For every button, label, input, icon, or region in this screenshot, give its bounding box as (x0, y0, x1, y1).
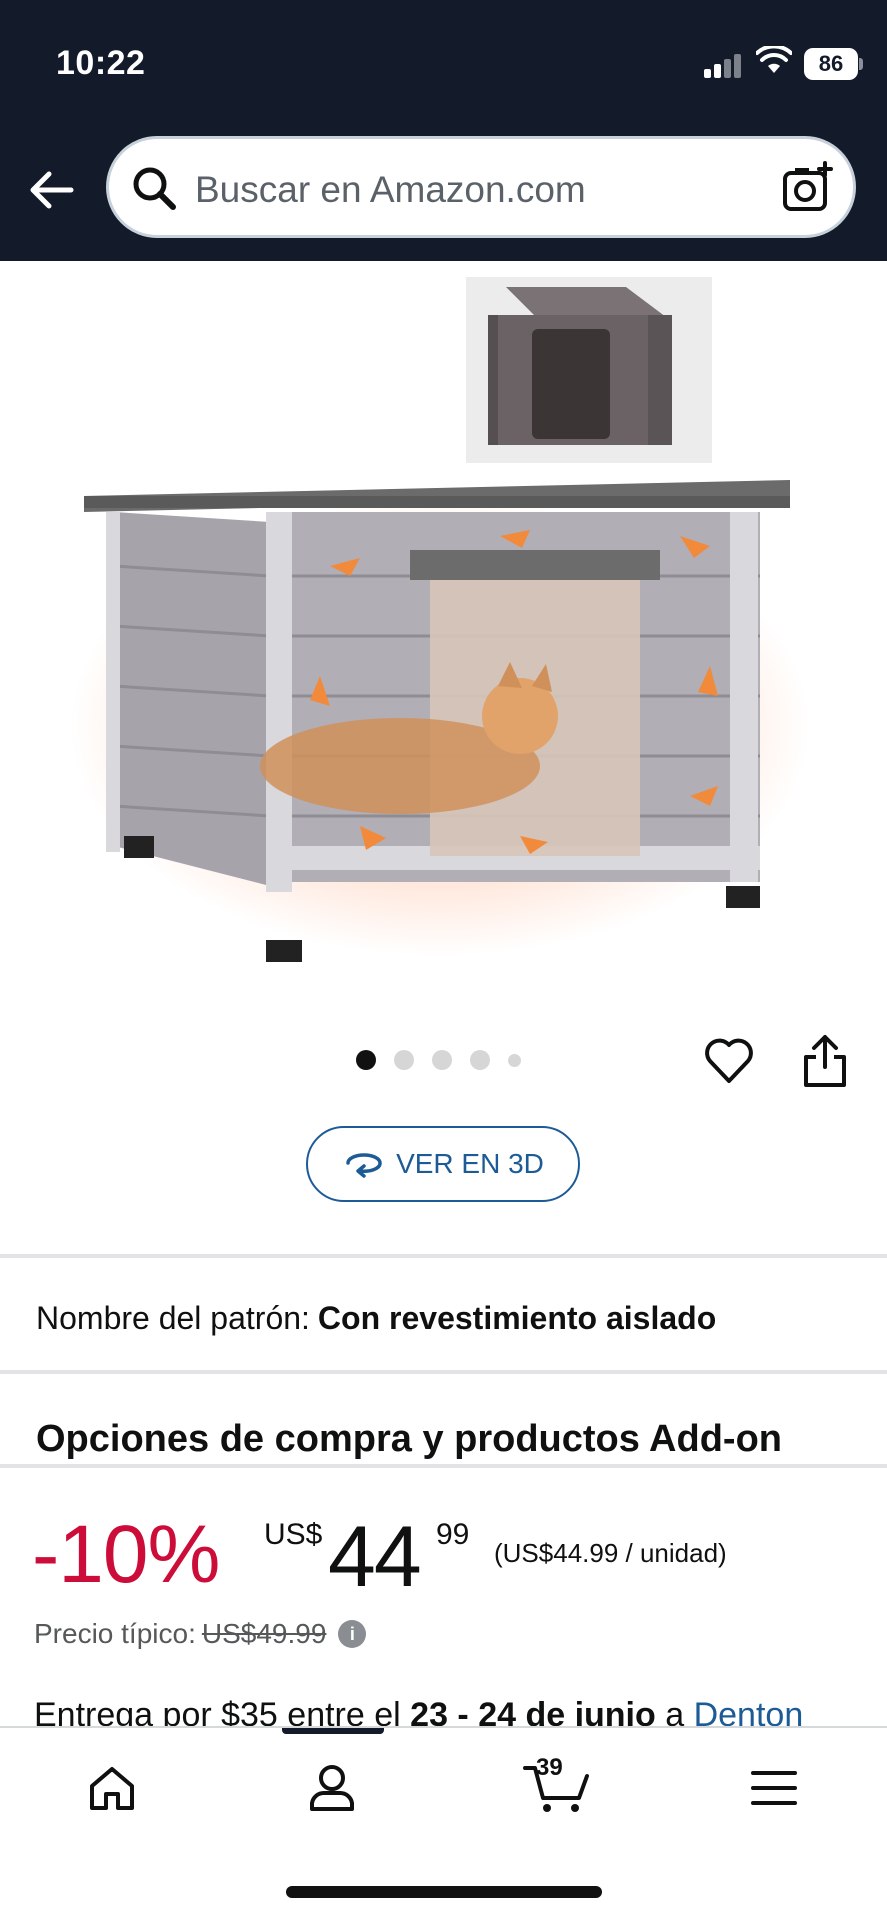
cellular-signal-icon (704, 52, 744, 78)
gallery-pagination[interactable] (356, 1050, 521, 1070)
wifi-icon (756, 46, 792, 73)
search-bar[interactable]: Buscar en Amazon.com (106, 136, 856, 238)
battery-tip (859, 58, 863, 70)
home-indicator (286, 1886, 602, 1898)
price-currency: US$ (264, 1518, 323, 1551)
camera-search-icon[interactable] (781, 161, 835, 215)
gallery-dot[interactable] (508, 1053, 521, 1067)
nav-menu[interactable] (744, 1758, 804, 1818)
nav-account[interactable] (302, 1758, 362, 1818)
price-whole: 44 (328, 1509, 422, 1605)
gallery-dot[interactable] (356, 1050, 376, 1070)
gallery-dot[interactable] (394, 1050, 414, 1070)
back-button[interactable] (26, 160, 76, 220)
nav-home[interactable] (82, 1758, 142, 1818)
cart-count-badge: 39 (536, 1754, 563, 1781)
view-3d-label: VER EN 3D (396, 1148, 544, 1179)
active-tab-indicator (282, 1728, 384, 1734)
rotate-3d-icon (346, 1153, 382, 1178)
buy-options-heading[interactable]: Opciones de compra y productos Add-on (36, 1418, 782, 1461)
section-divider (0, 1370, 887, 1374)
product-main-image[interactable] (70, 466, 810, 966)
unit-price: (US$44.99 / unidad) (494, 1538, 727, 1568)
back-arrow-icon (30, 171, 74, 209)
hamburger-menu-icon (751, 1771, 797, 1805)
section-divider (0, 1254, 887, 1258)
pattern-selector[interactable]: Nombre del patrón: Con revestimiento aisl… (36, 1300, 716, 1337)
pattern-label: Nombre del patrón: (36, 1300, 310, 1336)
typical-price-label: Precio típico: (34, 1618, 196, 1649)
typical-price: Precio típico: US$49.99 i (34, 1618, 367, 1650)
wishlist-heart-icon[interactable] (702, 1033, 756, 1087)
home-icon (90, 1767, 134, 1810)
gallery-dot[interactable] (470, 1050, 490, 1070)
info-icon[interactable]: i (338, 1620, 367, 1648)
gallery-dot[interactable] (432, 1050, 452, 1070)
top-header: 10:22 86 Buscar en Amazon.com (0, 0, 887, 261)
section-divider (0, 1464, 887, 1468)
search-icon (133, 167, 176, 210)
discount-percent: -10% (32, 1509, 220, 1600)
product-thumbnail-liner (466, 277, 712, 463)
price-cents: 99 (436, 1518, 470, 1551)
battery-level: 86 (804, 48, 858, 80)
view-3d-button[interactable]: VER EN 3D (306, 1126, 580, 1202)
status-time: 10:22 (56, 44, 146, 82)
search-input[interactable]: Buscar en Amazon.com (195, 169, 586, 211)
typical-price-value: US$49.99 (201, 1618, 327, 1649)
share-icon[interactable] (800, 1033, 850, 1089)
pattern-value: Con revestimiento aislado (317, 1300, 717, 1336)
user-icon (310, 1765, 354, 1811)
